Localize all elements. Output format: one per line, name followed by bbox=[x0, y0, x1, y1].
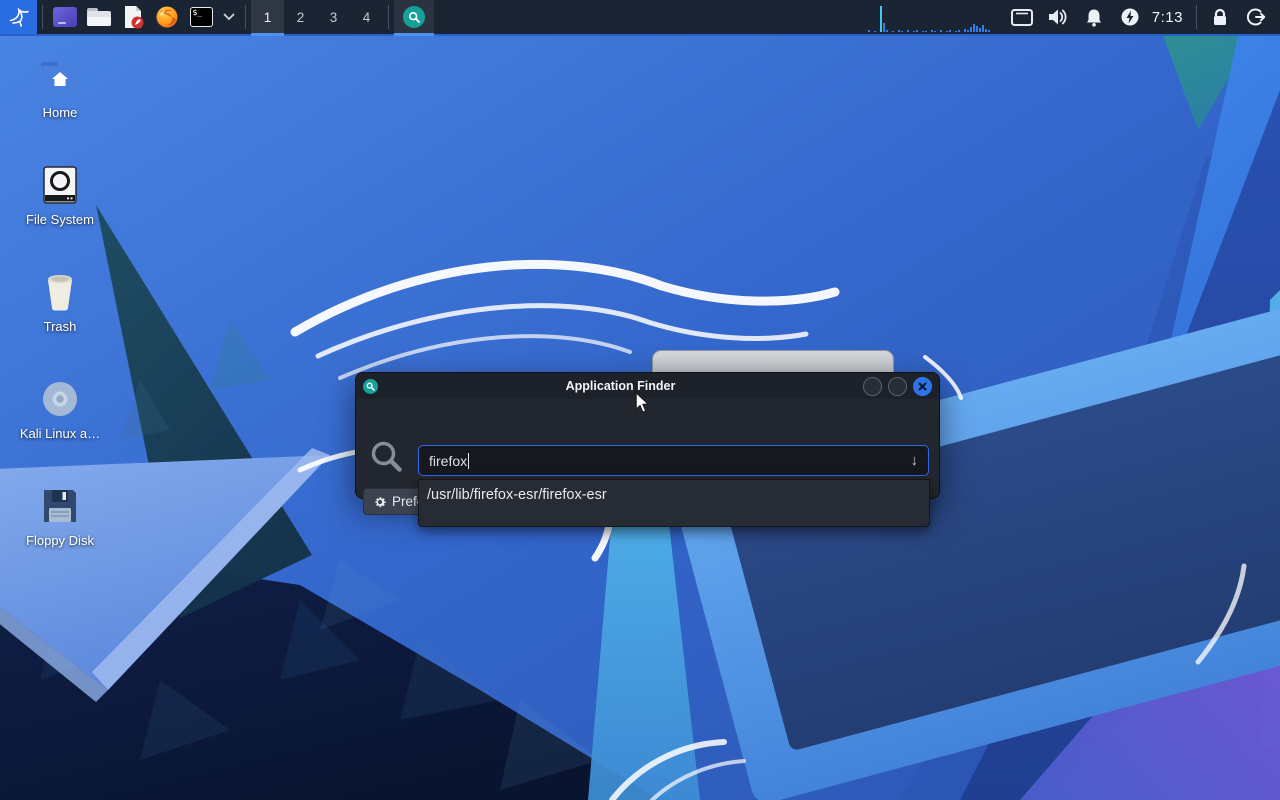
document-edit-icon bbox=[125, 6, 144, 29]
notifications-bell-icon[interactable] bbox=[1083, 6, 1105, 28]
top-panel: $_ 1 2 3 4 7:13 bbox=[0, 0, 1280, 36]
hard-drive-icon bbox=[37, 163, 83, 207]
gear-icon bbox=[375, 496, 386, 507]
panel-separator bbox=[42, 5, 43, 29]
desktop-icon-kali-linux[interactable]: Kali Linux a… bbox=[8, 377, 112, 441]
search-input-value: firefox bbox=[429, 452, 468, 469]
display-settings-icon[interactable] bbox=[1010, 6, 1033, 28]
launcher-firefox[interactable] bbox=[150, 0, 184, 34]
search-result-item[interactable]: /usr/lib/firefox-esr/firefox-esr bbox=[419, 480, 929, 503]
network-monitor-graph[interactable] bbox=[867, 2, 994, 32]
floppy-disk-icon bbox=[37, 484, 83, 528]
logout-icon[interactable] bbox=[1245, 6, 1267, 28]
kali-desktop: $_ 1 2 3 4 7:13 Home File System Trash K… bbox=[0, 0, 1280, 800]
launcher-dropdown-toggle[interactable] bbox=[218, 0, 240, 34]
panel-separator bbox=[388, 5, 389, 29]
launcher-text-editor[interactable] bbox=[116, 0, 150, 34]
workspace-button-2[interactable]: 2 bbox=[284, 0, 317, 34]
kali-dragon-icon bbox=[9, 7, 29, 27]
maximize-button[interactable] bbox=[888, 376, 907, 396]
workspace-button-1[interactable]: 1 bbox=[251, 0, 284, 36]
desktop-icon-trash[interactable]: Trash bbox=[8, 270, 112, 334]
firefox-icon bbox=[156, 6, 178, 28]
desktop-icon-home[interactable]: Home bbox=[8, 56, 112, 120]
home-folder-icon bbox=[37, 56, 83, 100]
desktop-icon-label: Home bbox=[42, 105, 78, 120]
folder-icon bbox=[87, 8, 111, 26]
launcher-desktop-app[interactable] bbox=[48, 0, 82, 34]
panel-separator bbox=[245, 5, 246, 29]
minimize-button[interactable] bbox=[863, 376, 882, 396]
volume-icon[interactable] bbox=[1047, 6, 1069, 28]
application-finder-icon bbox=[403, 6, 425, 28]
panel-clock[interactable]: 7:13 bbox=[1152, 9, 1183, 26]
finder-titlebar-icon bbox=[363, 378, 378, 394]
search-icon bbox=[371, 441, 402, 472]
desktop-icon-label: Kali Linux a… bbox=[19, 426, 101, 441]
desktop-icon-label: Floppy Disk bbox=[26, 533, 94, 548]
lock-screen-icon[interactable] bbox=[1209, 6, 1231, 28]
window-title: Application Finder bbox=[565, 379, 676, 393]
text-caret bbox=[468, 452, 470, 469]
launcher-file-manager[interactable] bbox=[82, 0, 116, 34]
applications-menu-button[interactable] bbox=[0, 0, 37, 34]
workspace-button-4[interactable]: 4 bbox=[350, 0, 383, 34]
dropdown-arrow-icon[interactable]: ↓ bbox=[911, 452, 919, 469]
launcher-terminal[interactable]: $_ bbox=[184, 0, 218, 34]
workspace-button-3[interactable]: 3 bbox=[317, 0, 350, 34]
desktop-icon-floppy-disk[interactable]: Floppy Disk bbox=[8, 484, 112, 548]
desktop-icon-file-system[interactable]: File System bbox=[8, 163, 112, 227]
panel-separator bbox=[1196, 5, 1197, 29]
terminal-icon: $_ bbox=[189, 7, 213, 27]
purple-app-icon bbox=[53, 7, 77, 27]
disc-icon bbox=[37, 377, 83, 421]
search-results-popup: /usr/lib/firefox-esr/firefox-esr bbox=[418, 479, 930, 527]
mouse-cursor bbox=[635, 392, 650, 413]
power-manager-icon[interactable] bbox=[1119, 6, 1141, 28]
desktop-icon-label: File System bbox=[26, 212, 94, 227]
trash-bin-icon bbox=[37, 270, 83, 314]
chevron-down-icon bbox=[223, 13, 235, 21]
close-button[interactable] bbox=[913, 376, 932, 396]
taskbar-item-application-finder[interactable] bbox=[394, 0, 434, 36]
search-input[interactable]: firefox ↓ bbox=[418, 445, 929, 476]
desktop-icon-label: Trash bbox=[43, 319, 77, 334]
close-icon bbox=[918, 382, 927, 390]
